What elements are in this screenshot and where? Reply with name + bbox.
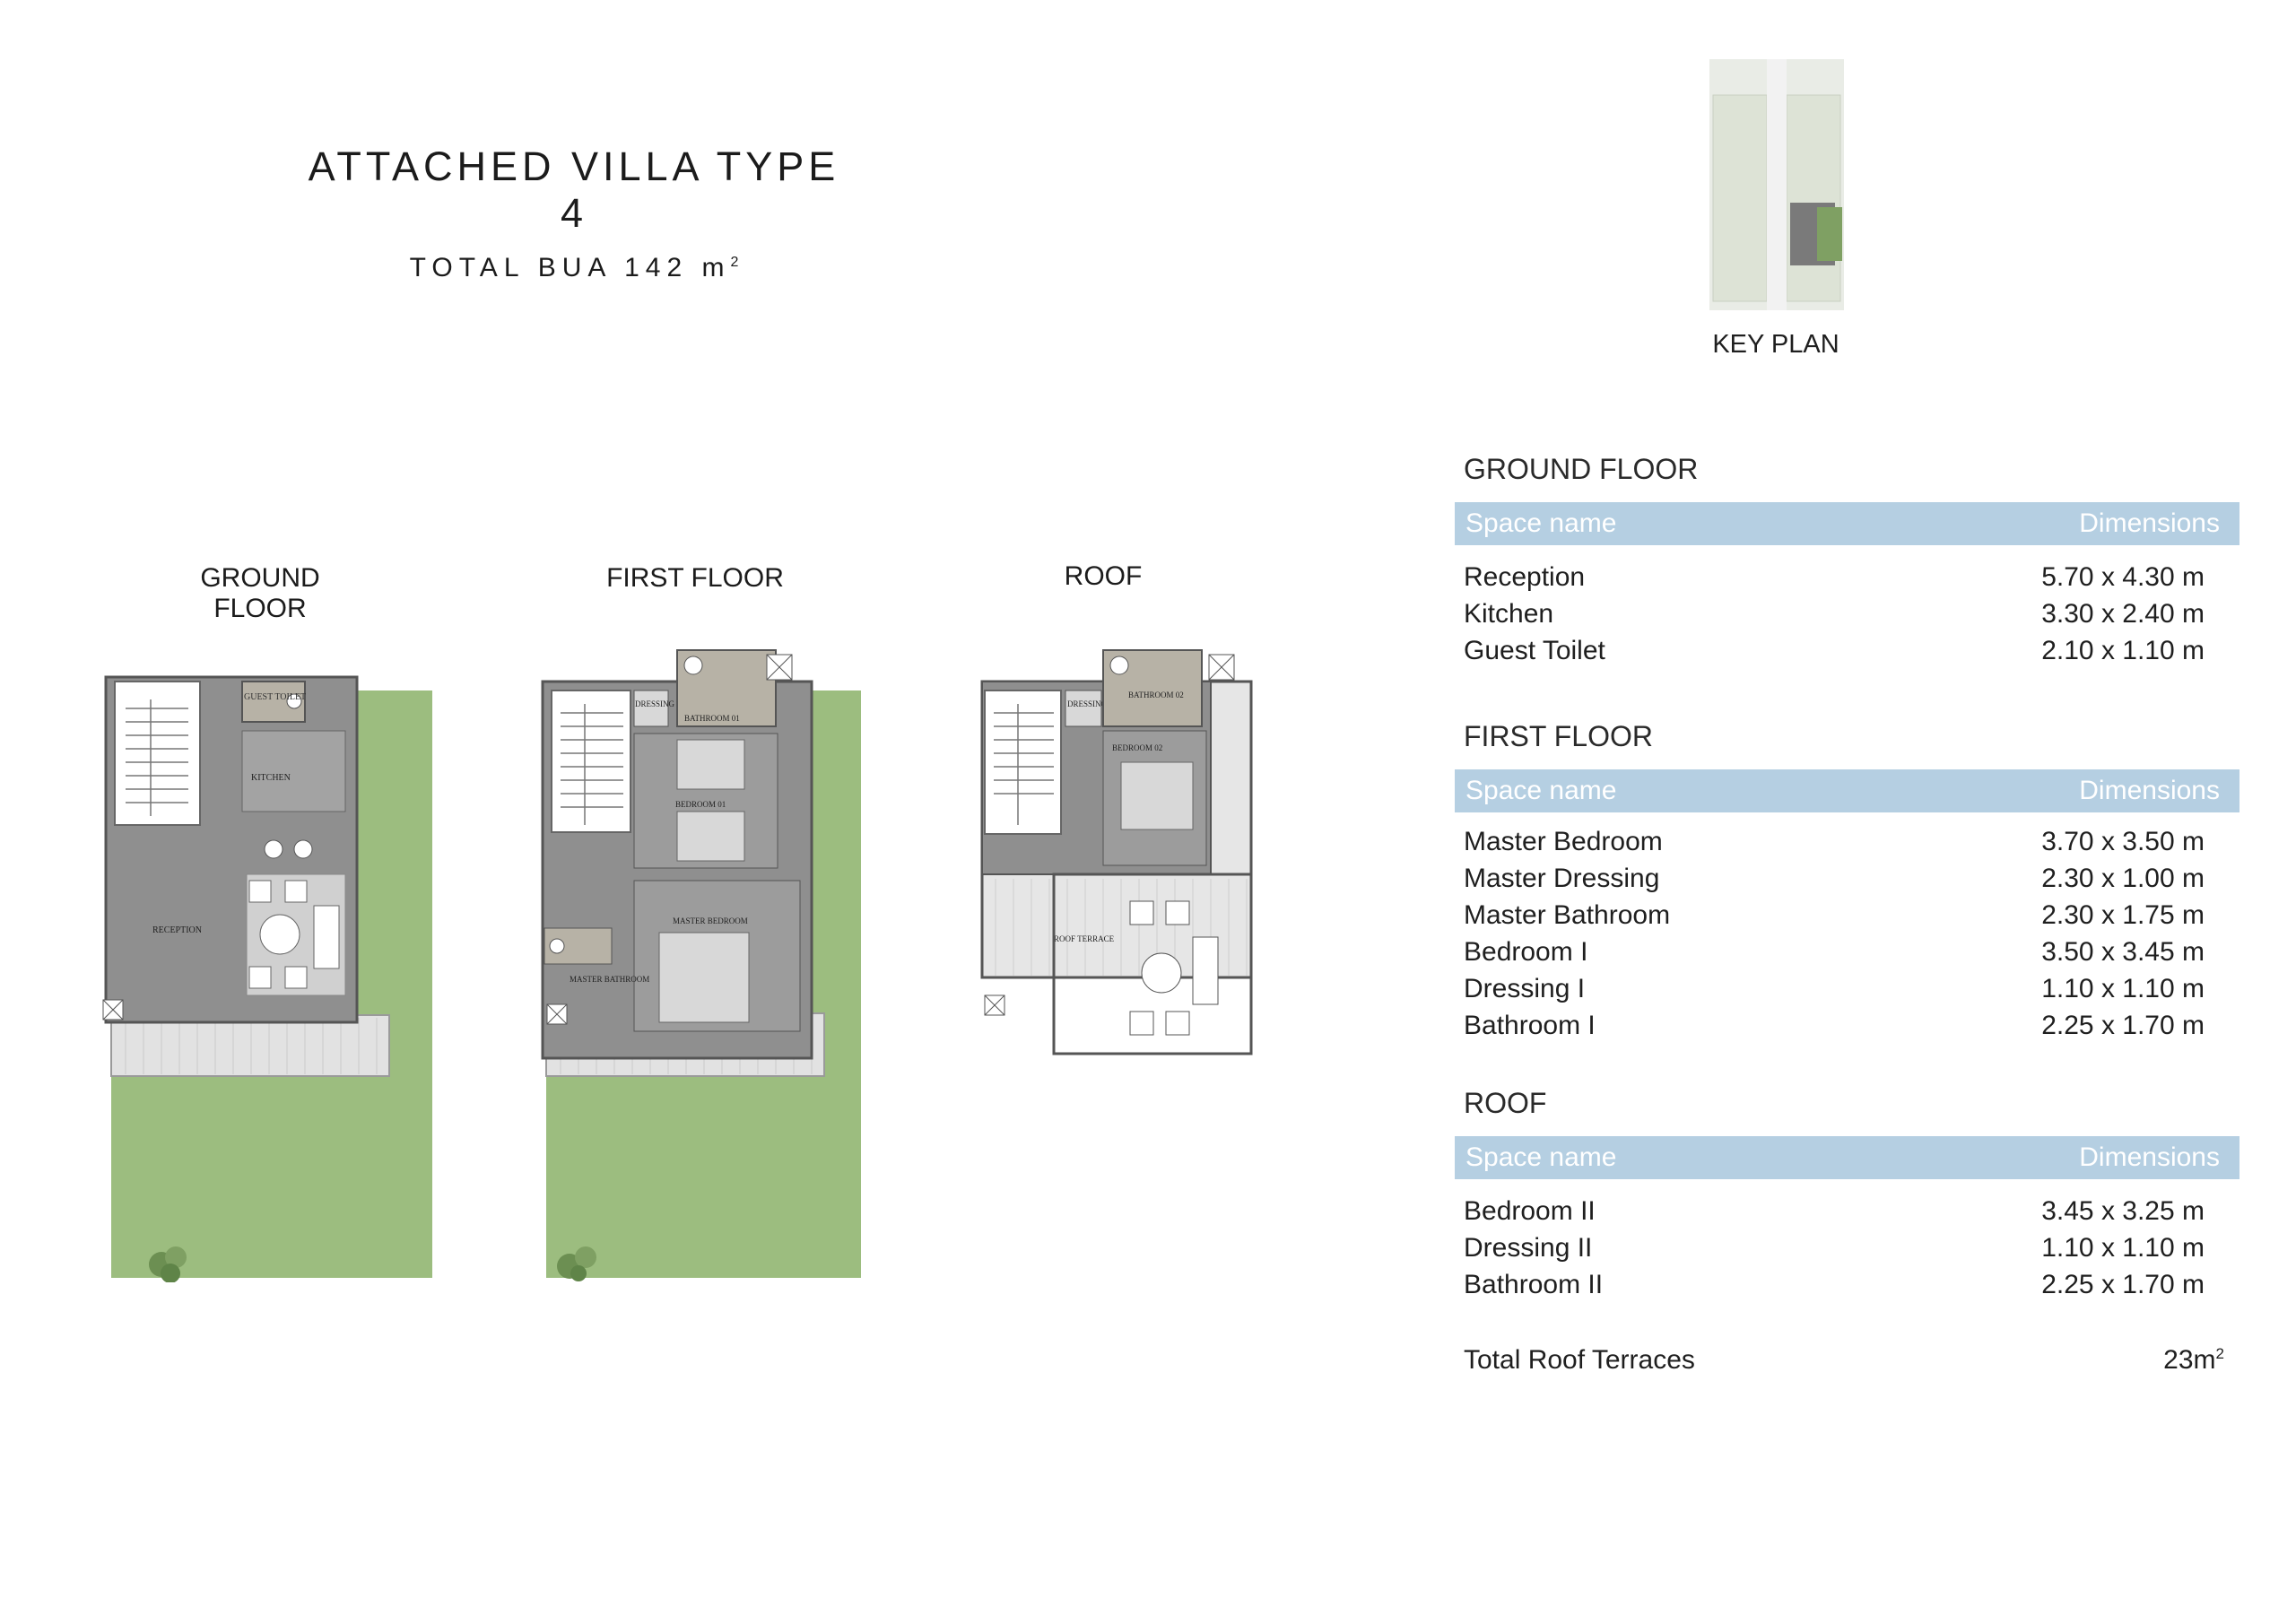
first-floor-table-title: FIRST FLOOR [1464, 720, 1653, 752]
ground-floor-table-title: GROUND FLOOR [1464, 453, 1699, 485]
roof-plan-label: ROOF [1064, 561, 1143, 591]
dimensions: 1.10 x 1.10 m [2041, 974, 2205, 1003]
space-name: Dressing I [1464, 974, 1586, 1003]
roof-table: Bedroom II 3.45 x 3.25 m Dressing II 1.10 … [1444, 1193, 2224, 1303]
total-roof-terraces-value: 23m2 [2135, 1345, 2224, 1376]
table-row: Master Bathroom 2.30 x 1.75 m [1444, 897, 2224, 934]
roof-terrace-label: ROOF TERRACE [1054, 934, 1115, 943]
ground-floor-plan-label: GROUND FLOOR [200, 563, 320, 623]
table-row: Master Dressing 2.30 x 1.00 m [1444, 860, 2224, 897]
dimensions: 2.30 x 1.75 m [2041, 900, 2205, 930]
bedroom01-label: BEDROOM 01 [675, 800, 726, 809]
master-bathroom-label: MASTER BATHROOM [570, 975, 649, 984]
staircase [551, 690, 631, 833]
page-title: ATTACHED VILLA TYPE 4 [308, 143, 840, 236]
dimensions: 5.70 x 4.30 m [2041, 562, 2205, 592]
total-value-text: 23m [2163, 1345, 2216, 1375]
dimensions: 2.25 x 1.70 m [2041, 1270, 2205, 1299]
table-row: Bathroom II 2.25 x 1.70 m [1444, 1266, 2224, 1303]
space-name: Master Dressing [1464, 864, 1660, 893]
roof-plan: DRESSING 02 BATHROOM 02 BEDROOM 02 ROOF … [980, 649, 1253, 1055]
guest-toilet-label: GUEST TOILET [244, 692, 306, 702]
table-row: Dressing I 1.10 x 1.10 m [1444, 970, 2224, 1007]
dimensions: 2.25 x 1.70 m [2041, 1011, 2205, 1040]
total-bua-text: TOTAL BUA 142 m [409, 253, 731, 282]
total-bua: TOTAL BUA 142 m2 [350, 253, 798, 283]
kitchen-label: KITCHEN [251, 773, 291, 783]
space-name: Master Bathroom [1464, 900, 1671, 930]
first-floor-table: Master Bedroom 3.70 x 3.50 m Master Dress… [1444, 823, 2224, 1044]
total-bua-sup: 2 [730, 255, 739, 270]
reception-label: RECEPTION [152, 925, 202, 935]
ground-floor-plan: GUEST TOILET KITCHEN RECEPTION [102, 675, 432, 1282]
dimensions: 2.10 x 1.10 m [2041, 636, 2205, 665]
bathroom02-label: BATHROOM 02 [1128, 690, 1184, 699]
space-name-header: Space name [1465, 508, 1617, 538]
dimensions: 3.70 x 3.50 m [2041, 827, 2205, 856]
dimensions: 1.10 x 1.10 m [2041, 1233, 2205, 1263]
space-name-header: Space name [1465, 776, 1617, 805]
total-value-sup: 2 [2215, 1345, 2224, 1362]
bedroom02-label: BEDROOM 02 [1112, 743, 1162, 752]
space-name: Master Bedroom [1464, 827, 1663, 856]
key-plan-label: KEY PLAN [1712, 330, 1839, 359]
space-name: Bedroom II [1464, 1196, 1596, 1226]
terrace-deck [110, 1014, 390, 1077]
table-row: Bathroom I 2.25 x 1.70 m [1444, 1007, 2224, 1044]
table-row: Bedroom II 3.45 x 3.25 m [1444, 1193, 2224, 1229]
space-name: Dressing II [1464, 1233, 1593, 1263]
first-floor-plan: DRESSING 01 BATHROOM 01 BEDROOM 01 MASTE… [541, 649, 861, 1281]
roof-table-header: Space name Dimensions [1455, 1136, 2239, 1179]
first-floor-table-header: Space name Dimensions [1455, 769, 2239, 812]
dimensions-header: Dimensions [2079, 776, 2220, 805]
staircase [984, 690, 1062, 835]
rear-garden [111, 1058, 432, 1278]
staircase [114, 681, 201, 826]
master-bedroom-label: MASTER BEDROOM [673, 916, 748, 925]
table-row: Reception 5.70 x 4.30 m [1444, 559, 2224, 595]
ground-floor-table: Reception 5.70 x 4.30 m Kitchen 3.30 x 2.4… [1444, 559, 2224, 669]
total-roof-terraces-label: Total Roof Terraces [1464, 1345, 1695, 1375]
space-name: Guest Toilet [1464, 636, 1605, 665]
space-name: Reception [1464, 562, 1586, 592]
table-row: Master Bedroom 3.70 x 3.50 m [1444, 823, 2224, 860]
bathroom01-label: BATHROOM 01 [684, 714, 740, 723]
first-floor-plan-label: FIRST FLOOR [606, 563, 784, 593]
dimensions-header: Dimensions [2079, 1142, 2220, 1172]
table-row: Guest Toilet 2.10 x 1.10 m [1444, 632, 2224, 669]
dimensions: 3.30 x 2.40 m [2041, 599, 2205, 629]
dimensions: 3.45 x 3.25 m [2041, 1196, 2205, 1226]
kitchen-area [241, 730, 346, 812]
space-name-header: Space name [1465, 1142, 1617, 1172]
table-row: Bedroom I 3.50 x 3.45 m [1444, 934, 2224, 970]
table-row: Dressing II 1.10 x 1.10 m [1444, 1229, 2224, 1266]
rear-garden [546, 1049, 861, 1278]
dimensions-header: Dimensions [2079, 508, 2220, 538]
space-name: Bathroom I [1464, 1011, 1596, 1040]
key-plan-image [1709, 59, 1844, 310]
space-name: Bathroom II [1464, 1270, 1604, 1299]
space-name: Bedroom I [1464, 937, 1588, 967]
dimensions: 3.50 x 3.45 m [2041, 937, 2205, 967]
ground-floor-table-header: Space name Dimensions [1455, 502, 2239, 545]
space-name: Kitchen [1464, 599, 1554, 629]
terrace-table [1141, 952, 1182, 994]
dimensions: 2.30 x 1.00 m [2041, 864, 2205, 893]
table-row: Kitchen 3.30 x 2.40 m [1444, 595, 2224, 632]
roof-table-title: ROOF [1464, 1087, 1547, 1119]
